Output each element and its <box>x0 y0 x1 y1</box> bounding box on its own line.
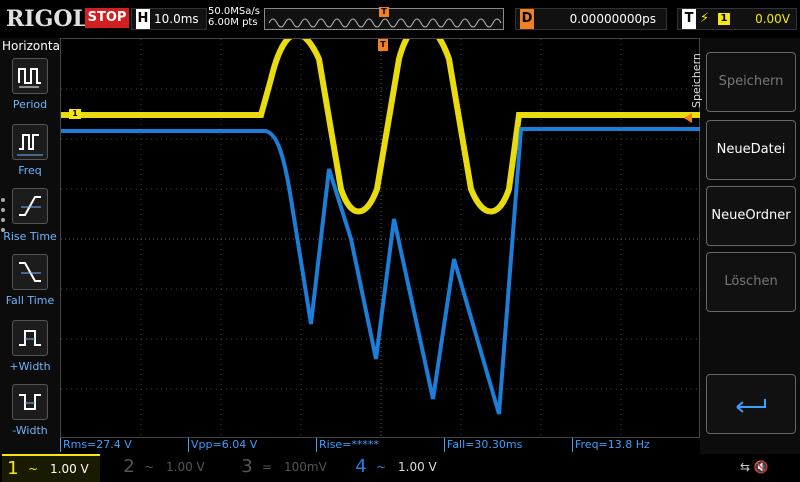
fall-time-button[interactable] <box>12 254 48 290</box>
save-menu-title: Speichern <box>690 53 703 108</box>
channel-3-scale: 100mV <box>284 460 327 474</box>
timebase-key: H <box>136 9 150 29</box>
neg-width-label: -Width <box>12 424 48 437</box>
channel-3-coupling: = <box>262 460 273 474</box>
usb-status-icon: ⇆ 🔇 <box>740 460 769 474</box>
channel-2-coupling: ~ <box>144 460 155 474</box>
waveform-canvas <box>61 22 701 439</box>
pos-width-icon <box>19 330 41 346</box>
trigger-box[interactable]: T ⚡ 1 0.00V <box>677 8 797 30</box>
top-status-bar: RIGOL STOP H 10.0ms 50.0MSa/s 6.00M pts … <box>0 0 800 38</box>
delay-box[interactable]: D 0.00000000ps <box>515 8 667 30</box>
measurement-vpp[interactable]: Vpp=6.04 V <box>188 438 314 452</box>
sample-rate: 50.0MSa/s <box>208 6 260 17</box>
pos-width-label: +Width <box>9 360 51 373</box>
freq-button[interactable] <box>12 124 48 160</box>
neg-width-button[interactable] <box>12 384 48 420</box>
waveform-display[interactable]: 1 T <box>60 22 701 439</box>
rise-time-icon <box>19 196 41 216</box>
channel-3-status[interactable]: 3 = 100mV <box>236 454 336 480</box>
channel-4-number: 4 <box>355 456 367 477</box>
neg-width-icon <box>19 394 41 410</box>
trigger-position-marker: T <box>379 7 389 17</box>
trigger-key: T <box>682 9 696 29</box>
run-stop-indicator[interactable]: STOP <box>85 8 129 28</box>
period-icon <box>18 68 41 88</box>
delay-key: D <box>520 9 534 29</box>
measurement-freq[interactable]: Freq=13.8 Hz <box>572 438 698 452</box>
channel-1-number: 1 <box>7 458 19 479</box>
channel-4-scale: 1.00 V <box>398 460 437 474</box>
channel-1-coupling: ~ <box>28 462 39 476</box>
delay-value: 0.00000000ps <box>569 12 656 26</box>
trigger-screen-marker[interactable]: T <box>378 39 388 51</box>
ch1-offset-marker[interactable]: 1 <box>69 109 81 119</box>
save-button[interactable]: Speichern <box>706 52 796 112</box>
new-file-button[interactable]: NeueDatei <box>706 120 796 180</box>
channel-2-number: 2 <box>123 456 135 477</box>
rise-time-button[interactable] <box>12 188 48 224</box>
measurement-fall[interactable]: Fall=30.30ms <box>444 438 570 452</box>
channel-2-status[interactable]: 2 ~ 1.00 V <box>118 454 218 480</box>
trigger-source: 1 <box>718 13 730 25</box>
channel-2-scale: 1.00 V <box>166 460 205 474</box>
pos-width-button[interactable] <box>12 320 48 356</box>
new-folder-button[interactable]: NeueOrdner <box>706 186 796 246</box>
fall-time-icon <box>19 262 41 282</box>
delete-button[interactable]: Löschen <box>706 252 796 312</box>
channel-3-number: 3 <box>241 456 253 477</box>
channel-4-status[interactable]: 4 ~ 1.00 V <box>350 454 450 480</box>
channel-bar: 1 ~ 1.00 V 2 ~ 1.00 V 3 = 100mV 4 ~ 1.00… <box>0 454 800 482</box>
freq-label: Freq <box>18 164 42 177</box>
channel-1-scale: 1.00 V <box>50 462 89 476</box>
measurement-rms[interactable]: Rms=27.4 V <box>60 438 186 452</box>
period-button[interactable] <box>12 58 48 94</box>
trigger-level: 0.00V <box>755 12 790 26</box>
rising-edge-icon: ⚡ <box>700 11 710 26</box>
horizontal-menu: Horizontal Period Freq Rise Time Fall Ti… <box>0 38 64 454</box>
horizontal-menu-title: Horizontal <box>2 39 64 53</box>
memory-depth: 6.00M pts <box>208 17 258 28</box>
sample-info: 50.0MSa/s 6.00M pts <box>208 6 260 28</box>
back-button[interactable] <box>706 374 796 434</box>
measurement-rise[interactable]: Rise=***** <box>316 438 442 452</box>
graticule-center <box>61 39 701 439</box>
brand-logo: RIGOL <box>6 6 88 32</box>
timebase-value: 10.0ms <box>154 12 199 26</box>
period-label: Period <box>12 98 48 111</box>
channel-4-coupling: ~ <box>376 460 387 474</box>
ch1-trace <box>61 22 701 215</box>
timebase-box[interactable]: H 10.0ms <box>131 8 207 30</box>
fall-time-label: Fall Time <box>5 294 55 307</box>
trigger-level-marker[interactable] <box>684 113 692 123</box>
channel-1-status[interactable]: 1 ~ 1.00 V <box>2 454 100 482</box>
freq-icon <box>17 134 43 156</box>
rise-time-label: Rise Time <box>3 230 57 243</box>
measurement-bar: Rms=27.4 V Vpp=6.04 V Rise=***** Fall=30… <box>60 438 700 452</box>
return-icon <box>736 399 766 413</box>
